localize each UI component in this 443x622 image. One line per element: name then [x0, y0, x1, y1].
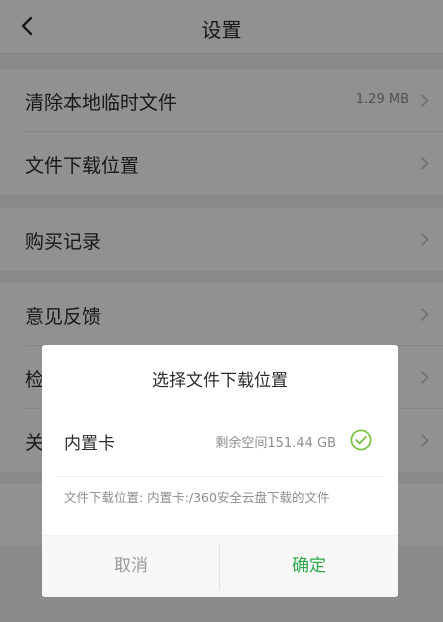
storage-option-internal[interactable]: 内置卡 剩余空间151.44 GB: [42, 411, 398, 469]
storage-free-space: 剩余空间151.44 GB: [215, 436, 336, 451]
check-circle-icon: [350, 429, 372, 451]
divider: [56, 476, 384, 477]
storage-option-name: 内置卡: [64, 434, 115, 454]
download-location-dialog: 选择文件下载位置 内置卡 剩余空间151.44 GB 文件下载位置: 内置卡:/…: [42, 345, 398, 597]
cancel-button[interactable]: 取消: [42, 536, 220, 597]
dialog-title: 选择文件下载位置: [152, 371, 288, 391]
download-path-text: 文件下载位置: 内置卡:/360安全云盘下载的文件: [64, 490, 330, 505]
dialog-button-bar: 取消 确定: [42, 535, 398, 597]
confirm-button[interactable]: 确定: [220, 536, 398, 597]
